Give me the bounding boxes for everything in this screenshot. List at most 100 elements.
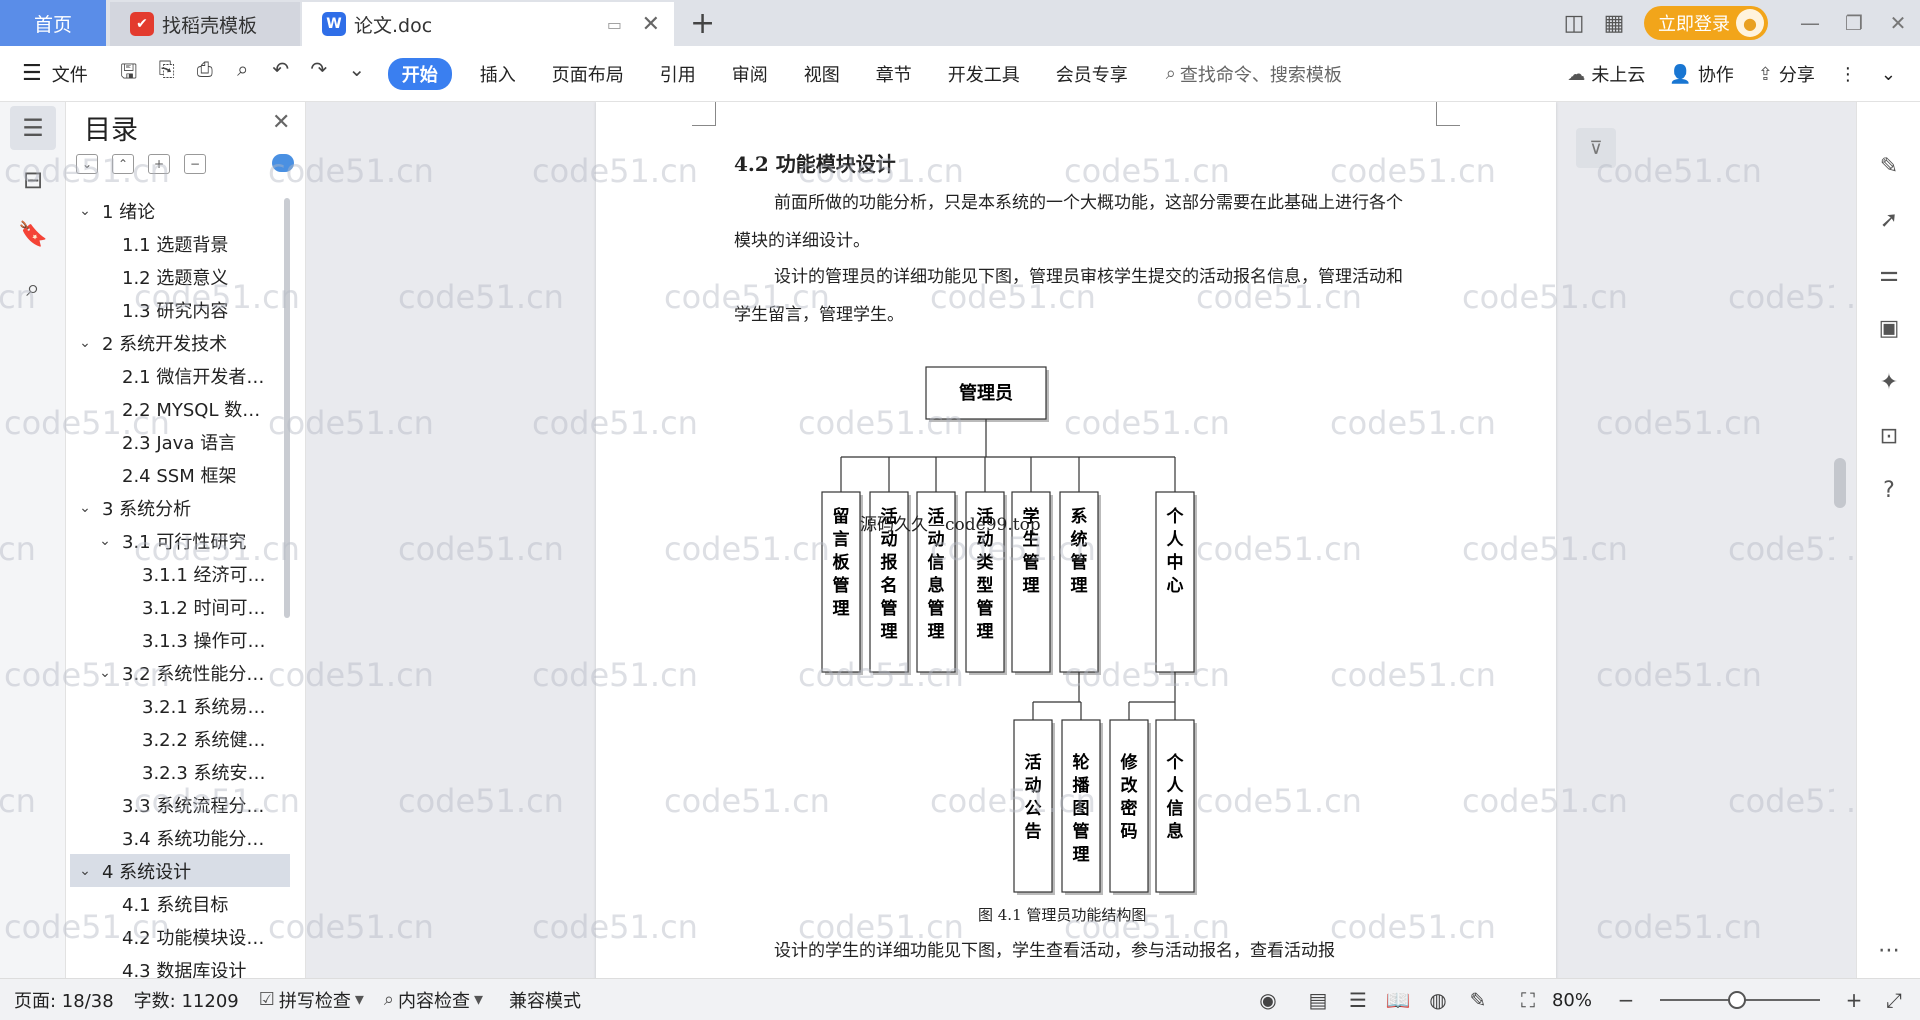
word-count[interactable]: 字数: 11209: [134, 987, 239, 1013]
restore-icon[interactable]: ❐: [1832, 11, 1876, 35]
content-check-button[interactable]: ⌕ 内容检查 ▾: [384, 987, 487, 1013]
new-tab-button[interactable]: +: [690, 6, 715, 41]
toc-item[interactable]: ⌄ 1 绪论: [70, 194, 290, 227]
customize-dropdown-icon[interactable]: ⌄: [338, 57, 376, 91]
login-button[interactable]: 立即登录 ●: [1644, 6, 1768, 40]
close-icon[interactable]: ✕: [272, 110, 290, 135]
toc-item[interactable]: ⌄ 2 系统开发技术: [70, 326, 290, 359]
chevron-down-icon[interactable]: ⌄: [96, 665, 114, 681]
fit-page-icon[interactable]: ⛶: [1508, 988, 1548, 1012]
menu-tab[interactable]: 开发工具: [930, 61, 1038, 87]
chevron-down-icon[interactable]: ⌄: [76, 863, 94, 879]
toc-scrollbar[interactable]: [284, 198, 290, 618]
reading-view-icon[interactable]: 📖: [1378, 988, 1418, 1012]
undo-icon[interactable]: ↶: [262, 57, 300, 91]
web-view-icon[interactable]: ◍: [1418, 988, 1458, 1012]
reading-layout-icon[interactable]: ◫: [1554, 11, 1594, 36]
zoom-slider[interactable]: [1660, 991, 1820, 1009]
toc-item[interactable]: ⌄ 3.2 系统性能分…: [70, 656, 290, 689]
tab-document[interactable]: W 论文.doc ▭ ✕: [302, 2, 674, 46]
menu-tab[interactable]: 章节: [858, 61, 930, 87]
command-search[interactable]: ⌕ 查找命令、搜索模板: [1166, 61, 1342, 87]
toc-item[interactable]: 3.1.2 时间可…: [70, 590, 290, 623]
zoom-in-icon[interactable]: +: [1834, 988, 1874, 1012]
image-tools-icon[interactable]: ▣: [1869, 308, 1909, 348]
collapse-ribbon-icon[interactable]: ⌄: [1881, 64, 1896, 85]
remove-heading-icon[interactable]: −: [184, 154, 206, 174]
toc-item[interactable]: 4.1 系统目标: [70, 887, 290, 920]
print-icon[interactable]: ⎙: [186, 57, 224, 91]
menu-tab[interactable]: 插入: [462, 61, 534, 87]
share-button[interactable]: ⇪ 分享: [1758, 61, 1815, 87]
vertical-scrollbar[interactable]: [1834, 102, 1848, 978]
print-preview-icon[interactable]: ⌕: [224, 57, 262, 91]
fullscreen-icon[interactable]: ⤢: [1874, 988, 1914, 1012]
spell-check-button[interactable]: ☑ 拼写检查 ▾: [259, 987, 368, 1013]
cloud-status-button[interactable]: ☁ 未上云: [1567, 61, 1645, 87]
menu-tab[interactable]: 开始: [387, 57, 452, 90]
eye-protection-icon[interactable]: ◉: [1248, 988, 1288, 1012]
chevron-down-icon[interactable]: ⌄: [76, 203, 94, 219]
save-icon[interactable]: 🖫: [110, 57, 148, 91]
settings-sliders-icon[interactable]: ⚌: [1869, 254, 1909, 294]
close-tab-icon[interactable]: ✕: [642, 12, 660, 37]
ai-assistant-icon[interactable]: ✦: [1869, 362, 1909, 402]
tab-home[interactable]: 首页: [0, 0, 106, 46]
toc-item[interactable]: ⌄ 4 系统设计: [70, 854, 290, 887]
collapse-panel-icon[interactable]: ⊽: [1576, 128, 1616, 168]
toc-item[interactable]: 3.4 系统功能分…: [70, 821, 290, 854]
pen-icon[interactable]: ✎: [1869, 146, 1909, 186]
file-menu[interactable]: ☰ 文件: [22, 61, 88, 87]
add-heading-icon[interactable]: +: [148, 154, 170, 174]
toc-item[interactable]: 2.2 MYSQL 数…: [70, 392, 290, 425]
toc-item[interactable]: 3.2.1 系统易…: [70, 689, 290, 722]
toc-item[interactable]: 2.4 SSM 框架: [70, 458, 290, 491]
chevron-down-icon[interactable]: ⌄: [76, 500, 94, 516]
page-view-icon[interactable]: ▤: [1298, 988, 1338, 1012]
menu-tab[interactable]: 页面布局: [534, 61, 642, 87]
zoom-level[interactable]: 80%: [1552, 990, 1592, 1011]
toc-item[interactable]: ⌄ 3.1 可行性研究: [70, 524, 290, 557]
collab-button[interactable]: 👤 协作: [1669, 61, 1733, 87]
toc-item[interactable]: 3.2.2 系统健…: [70, 722, 290, 755]
menu-tab[interactable]: 视图: [786, 61, 858, 87]
bookmark-icon[interactable]: 🔖: [10, 212, 56, 256]
toc-item[interactable]: 4.3 数据库设计: [70, 953, 290, 979]
toc-icon[interactable]: ☰: [10, 106, 56, 150]
collapse-all-icon[interactable]: ⌃: [112, 154, 134, 174]
expand-all-icon[interactable]: ⌄: [76, 154, 98, 174]
chevron-down-icon[interactable]: ⌄: [96, 533, 114, 549]
zoom-out-icon[interactable]: −: [1606, 988, 1646, 1012]
toc-item[interactable]: 1.2 选题意义: [70, 260, 290, 293]
toc-item[interactable]: 1.1 选题背景: [70, 227, 290, 260]
toc-item[interactable]: 1.3 研究内容: [70, 293, 290, 326]
reading-mode-icon[interactable]: ⊡: [1869, 416, 1909, 456]
export-icon[interactable]: ⎘: [148, 57, 186, 91]
more-icon[interactable]: ⋮: [1839, 64, 1857, 85]
navigation-icon[interactable]: ⊟: [10, 158, 56, 202]
menu-tab[interactable]: 会员专享: [1038, 61, 1146, 87]
minimize-icon[interactable]: —: [1788, 11, 1832, 35]
toc-item[interactable]: 2.1 微信开发者…: [70, 359, 290, 392]
toc-sync-toggle[interactable]: [272, 154, 294, 172]
toc-item[interactable]: 3.1.1 经济可…: [70, 557, 290, 590]
chevron-down-icon[interactable]: ⌄: [76, 335, 94, 351]
help-icon[interactable]: ?: [1869, 470, 1909, 510]
more-icon[interactable]: ⋯: [1869, 930, 1909, 970]
toc-item[interactable]: 2.3 Java 语言: [70, 425, 290, 458]
redo-icon[interactable]: ↷: [300, 57, 338, 91]
zoom-slider-knob[interactable]: [1728, 991, 1746, 1009]
menu-tab[interactable]: 审阅: [714, 61, 786, 87]
search-icon[interactable]: ⌕: [10, 266, 56, 310]
monitor-icon[interactable]: ▭: [607, 15, 622, 34]
toc-item[interactable]: 3.2.3 系统安…: [70, 755, 290, 788]
toc-item[interactable]: 4.2 功能模块设…: [70, 920, 290, 953]
toc-item[interactable]: 3.1.3 操作可…: [70, 623, 290, 656]
scroll-thumb[interactable]: [1834, 458, 1846, 508]
outline-view-icon[interactable]: ☰: [1338, 988, 1378, 1012]
writing-mode-icon[interactable]: ✎: [1458, 988, 1498, 1012]
page-indicator[interactable]: 页面: 18/38: [14, 987, 114, 1013]
tab-daoke-templates[interactable]: ✔ 找稻壳模板: [110, 2, 300, 46]
apps-grid-icon[interactable]: ▦: [1594, 11, 1634, 36]
menu-tab[interactable]: 引用: [642, 61, 714, 87]
